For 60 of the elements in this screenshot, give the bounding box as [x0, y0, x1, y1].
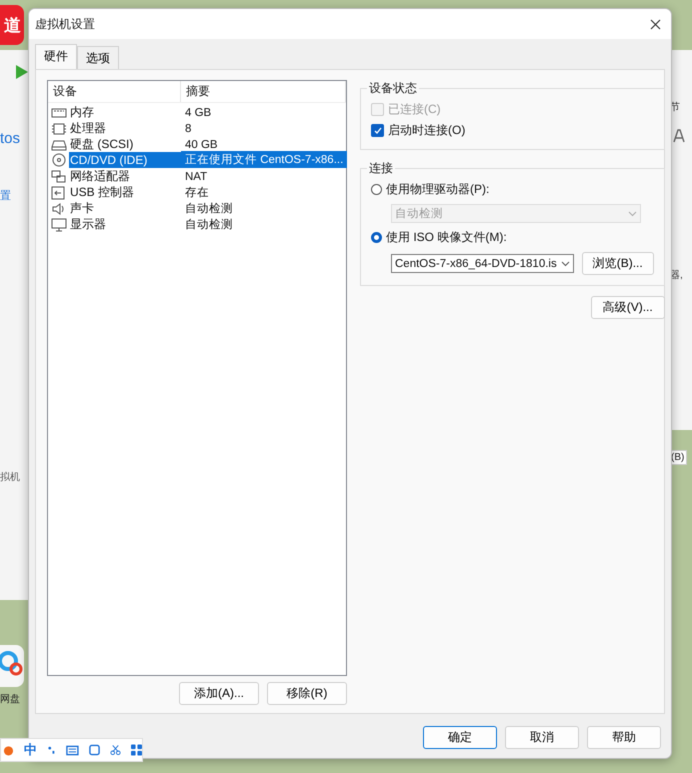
dialog-button[interactable]: 取消 [505, 726, 579, 749]
device-name[interactable]: 显示器 [69, 215, 181, 234]
link-text[interactable]: 置 [0, 188, 11, 203]
desktop-icon-label: 网盘 [0, 693, 20, 706]
radio-button[interactable] [371, 232, 382, 243]
memory-icon [51, 106, 67, 120]
punctuation-icon[interactable] [47, 745, 56, 755]
app-logo[interactable]: 道 [0, 5, 24, 45]
check-icon [374, 126, 382, 134]
drive-icon [51, 138, 67, 152]
window-title: 虚拟机设置 [35, 16, 95, 32]
keyboard-icon[interactable] [66, 744, 79, 756]
device-summary[interactable]: NAT [181, 170, 346, 184]
usb-icon [51, 186, 67, 200]
dropdown[interactable]: CentOS-7-x86_64-DVD-1810.is [391, 254, 574, 273]
device-name[interactable]: 网络适配器 [69, 167, 181, 186]
text-direction-icon[interactable] [672, 128, 686, 144]
list-button[interactable]: 添加(A)... [179, 682, 259, 705]
device-summary[interactable]: 存在 [181, 184, 346, 201]
caret-icon [560, 260, 570, 266]
group-title: 设备状态 [368, 80, 418, 97]
device-name[interactable]: USB 控制器 [69, 183, 181, 202]
dialog-button[interactable]: 帮助 [587, 726, 661, 749]
ime-mode[interactable]: 中 [24, 741, 37, 759]
device-summary[interactable]: 自动检测 [181, 216, 346, 233]
cloud-app-icon[interactable] [0, 645, 24, 687]
monitor-icon [51, 218, 67, 232]
list-button[interactable]: 移除(R) [267, 682, 347, 705]
device-summary[interactable]: 正在使用文件 CentOS-7-x86... [181, 151, 348, 168]
heading-text: tos [0, 130, 20, 147]
device-summary[interactable]: 8 [181, 122, 346, 136]
device-summary[interactable]: 自动检测 [181, 200, 346, 217]
scissors-icon[interactable] [110, 744, 121, 756]
advanced-button[interactable]: 高级(V)... [590, 296, 665, 319]
column-header[interactable]: 摘要 [181, 81, 346, 102]
device-summary[interactable]: 4 GB [181, 106, 346, 120]
close-icon[interactable] [650, 18, 661, 30]
device-name[interactable]: 内存 [69, 103, 181, 122]
tab[interactable]: 选项 [77, 46, 119, 69]
group-title: 连接 [368, 160, 394, 177]
column-header[interactable]: 设备 [48, 81, 181, 102]
device-summary[interactable]: 40 GB [181, 138, 346, 152]
caret-icon [628, 210, 637, 216]
body-text: 拟机 [0, 470, 20, 484]
device-name[interactable]: 硬盘 (SCSI) [69, 135, 181, 154]
disc-icon [51, 152, 67, 166]
radio-option[interactable]: 使用 ISO 映像文件(M): [371, 229, 654, 246]
device-name[interactable]: CD/DVD (IDE) [69, 152, 181, 168]
device-name[interactable]: 声卡 [69, 199, 181, 218]
tab[interactable]: 硬件 [35, 44, 77, 69]
dialog-button[interactable]: 确定 [423, 726, 497, 749]
browse-button[interactable]: 浏览(B)... [582, 252, 654, 275]
apps-icon[interactable] [131, 744, 142, 756]
network-icon [51, 170, 67, 184]
checkbox-option[interactable]: 启动时连接(O) [371, 122, 654, 139]
device-name[interactable]: 处理器 [69, 119, 181, 138]
chip-icon [51, 122, 67, 136]
radio-button[interactable] [371, 184, 382, 195]
radio-option[interactable]: 使用物理驱动器(P): [371, 181, 654, 198]
checkbox[interactable] [371, 124, 384, 137]
